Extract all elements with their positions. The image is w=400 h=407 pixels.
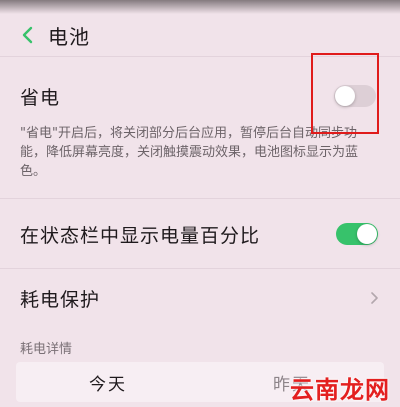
toggle-knob: [357, 224, 377, 244]
details-section-label: 耗电详情: [20, 342, 73, 357]
show-percentage-toggle[interactable]: [336, 223, 378, 245]
power-protection-label: 耗电保护: [20, 288, 101, 311]
status-bar-shadow: [0, 0, 400, 14]
watermark-logo: 云南龙网: [290, 376, 390, 404]
header: 电池: [0, 14, 400, 56]
chevron-right-icon: [368, 291, 380, 305]
section-divider: [0, 268, 400, 269]
page-title: 电池: [48, 24, 90, 49]
chevron-left-icon: [22, 26, 33, 44]
power-saving-label: 省电: [20, 86, 61, 109]
back-button[interactable]: [12, 20, 42, 50]
show-percentage-row[interactable]: 在状态栏中显示电量百分比: [0, 210, 400, 258]
annotation-highlight-box: [311, 53, 379, 134]
power-protection-row[interactable]: 耗电保护: [0, 274, 400, 322]
section-divider: [0, 198, 400, 199]
tab-today[interactable]: 今天: [16, 362, 200, 402]
show-percentage-label: 在状态栏中显示电量百分比: [20, 224, 261, 247]
